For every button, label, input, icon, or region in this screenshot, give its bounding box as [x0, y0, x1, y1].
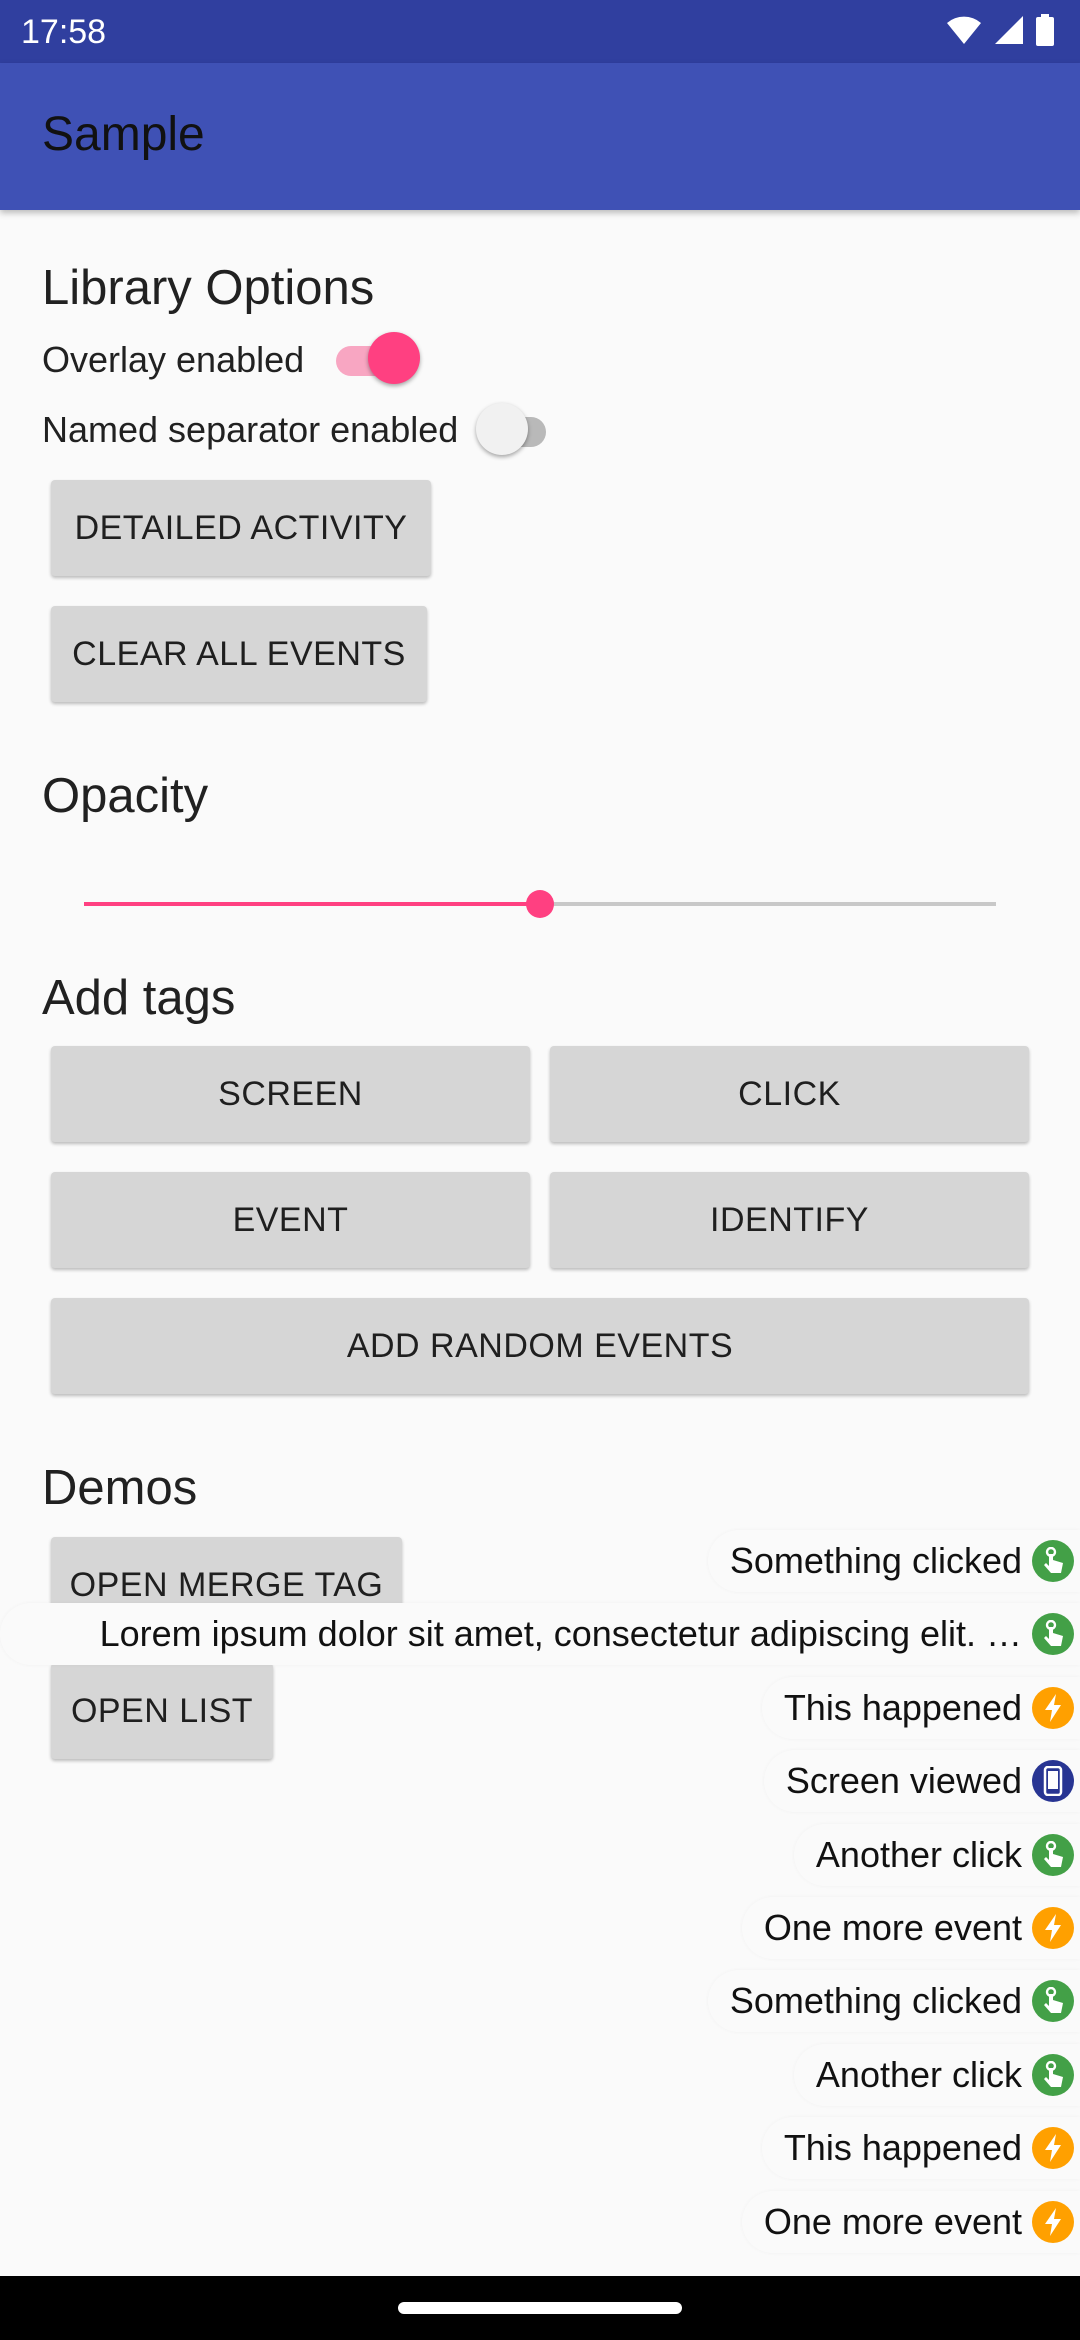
- lightning-bolt-icon: [1032, 2127, 1074, 2170]
- click-hand-icon: [1032, 2053, 1074, 2096]
- overlay-event-text: Another click: [815, 1833, 1022, 1875]
- overlay-event-text: Another click: [815, 2053, 1022, 2095]
- app-title: Sample: [42, 108, 205, 161]
- status-bar: 17:58: [0, 0, 1080, 63]
- overlay-enabled-label: Overlay enabled: [42, 339, 305, 380]
- screen-button[interactable]: SCREEN: [51, 1046, 530, 1142]
- home-gesture-handle[interactable]: [398, 2302, 682, 2314]
- switch-thumb: [368, 332, 420, 384]
- click-button[interactable]: CLICK: [550, 1046, 1029, 1142]
- demos-heading: Demos: [42, 1461, 198, 1515]
- overlay-event-text: Something clicked: [729, 1980, 1022, 2022]
- click-hand-icon: [1032, 1540, 1074, 1582]
- overlay-event-item: Something clicked: [707, 1970, 1080, 2033]
- lightning-bolt-icon: [1032, 1907, 1074, 1949]
- identify-button[interactable]: IDENTIFY: [550, 1172, 1029, 1268]
- detailed-activity-button[interactable]: DETAILED ACTIVITY: [51, 480, 431, 576]
- status-icons: [946, 14, 1054, 51]
- overlay-event-item: This happened: [761, 1676, 1080, 1739]
- clear-all-events-button[interactable]: CLEAR ALL EVENTS: [51, 606, 427, 702]
- open-list-button[interactable]: OPEN LIST: [51, 1663, 273, 1759]
- phone-screen-icon: [1032, 1760, 1074, 1803]
- overlay-event-text: This happened: [783, 1686, 1022, 1728]
- overlay-event-item: Screen viewed: [763, 1750, 1080, 1813]
- overlay-event-item: Lorem ipsum dolor sit amet, consectetur …: [0, 1603, 1080, 1666]
- slider-fill: [84, 902, 540, 906]
- click-hand-icon: [1032, 1613, 1074, 1656]
- overlay-event-text: This happened: [783, 2127, 1022, 2169]
- battery-icon: [1036, 14, 1054, 51]
- status-time: 17:58: [21, 13, 107, 51]
- overlay-event-item: Something clicked: [707, 1530, 1080, 1592]
- add-random-events-button[interactable]: ADD RANDOM EVENTS: [51, 1298, 1029, 1394]
- opacity-slider[interactable]: [84, 880, 996, 928]
- switch-thumb: [476, 403, 528, 455]
- overlay-enabled-switch[interactable]: [336, 332, 420, 384]
- overlay-event-item: Another click: [793, 1823, 1080, 1886]
- overlay-event-text: Screen viewed: [785, 1760, 1022, 1802]
- click-hand-icon: [1032, 1833, 1074, 1876]
- overlay-event-text: One more event: [763, 2200, 1022, 2242]
- wifi-icon: [946, 15, 982, 50]
- overlay-event-item: Another click: [793, 2043, 1080, 2106]
- named-separator-switch[interactable]: [476, 403, 560, 455]
- app-bar: Sample: [0, 63, 1080, 210]
- overlay-event-text: Something clicked: [729, 1540, 1022, 1581]
- named-separator-label: Named separator enabled: [42, 409, 459, 450]
- overlay-event-item: One more event: [741, 2190, 1080, 2253]
- lightning-bolt-icon: [1032, 2200, 1074, 2243]
- overlay-event-item: This happened: [761, 2117, 1080, 2180]
- opacity-heading: Opacity: [42, 769, 209, 823]
- lightning-bolt-icon: [1032, 1686, 1074, 1729]
- event-button[interactable]: EVENT: [51, 1172, 530, 1268]
- overlay-event-text: Lorem ipsum dolor sit amet, consectetur …: [99, 1613, 1022, 1655]
- cellular-icon: [994, 15, 1024, 50]
- overlay-event-text: One more event: [763, 1907, 1022, 1948]
- navigation-bar: [0, 2276, 1080, 2340]
- add-tags-heading: Add tags: [42, 971, 236, 1025]
- library-options-heading: Library Options: [42, 261, 375, 315]
- overlay-event-item: One more event: [741, 1897, 1080, 1959]
- click-hand-icon: [1032, 1980, 1074, 2023]
- slider-thumb[interactable]: [526, 890, 554, 918]
